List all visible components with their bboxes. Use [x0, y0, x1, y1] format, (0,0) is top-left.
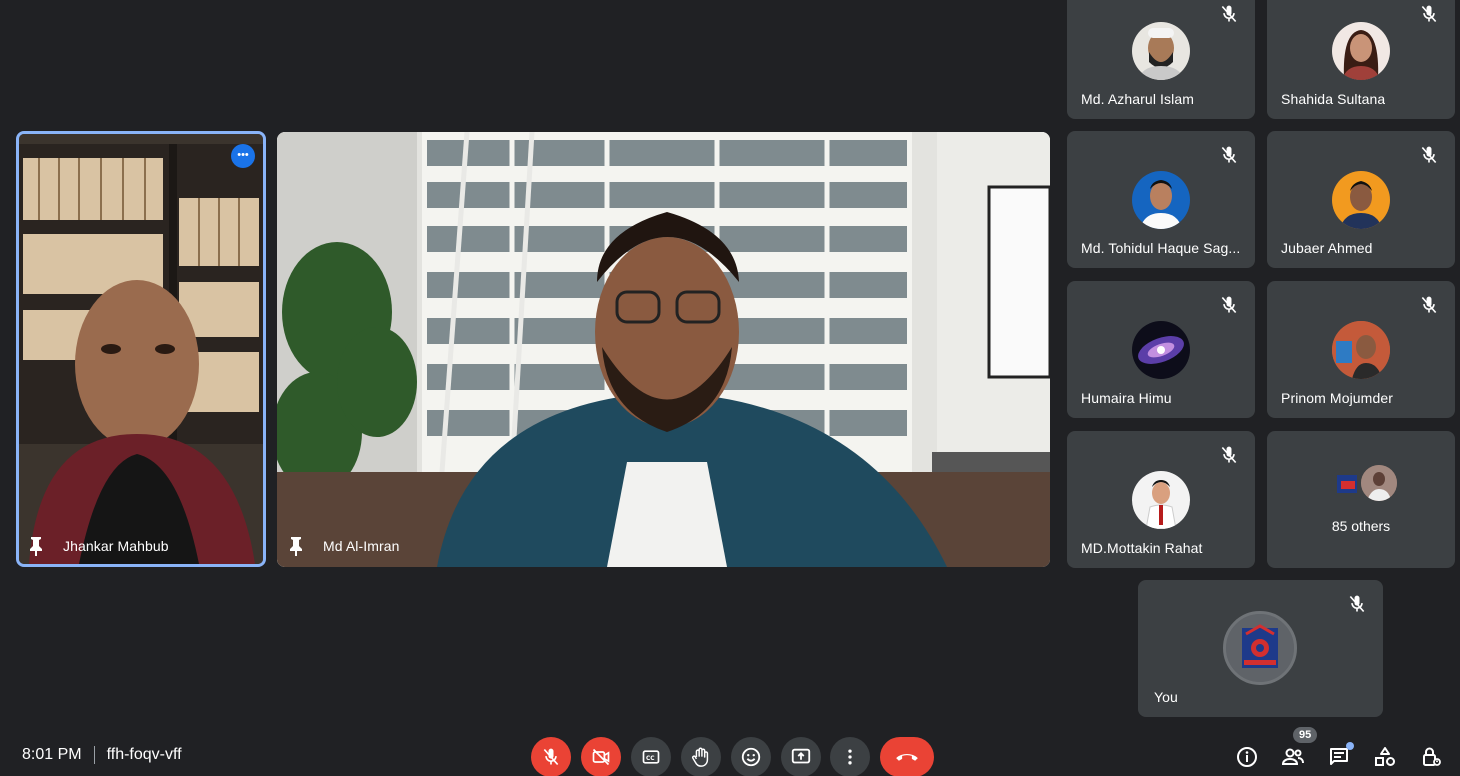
host-controls-button[interactable]: [1418, 744, 1444, 770]
chat-button[interactable]: [1326, 742, 1354, 770]
avatar: [1132, 171, 1190, 229]
participant-tile[interactable]: Humaira Himu: [1067, 281, 1255, 418]
avatar: [1332, 321, 1390, 379]
video-tile-jhankar[interactable]: ••• Jhankar Mahbub: [16, 131, 266, 567]
people-icon: [1281, 748, 1304, 765]
captions-button[interactable]: CC: [631, 737, 671, 776]
info-icon: [1237, 747, 1257, 767]
hang-up-icon: [896, 754, 918, 761]
avatar: [1359, 463, 1399, 503]
more-options-button[interactable]: •••: [231, 144, 255, 168]
people-button[interactable]: [1280, 744, 1306, 770]
avatar: [1332, 171, 1390, 229]
captions-icon: CC: [642, 750, 660, 764]
participant-tile[interactable]: Md. Tohidul Haque Sag...: [1067, 131, 1255, 268]
participant-tile[interactable]: Md. Azharul Islam: [1067, 0, 1255, 119]
others-count: 85 others: [1331, 518, 1391, 534]
pin-icon: [30, 537, 42, 556]
participant-name: MD.Mottakin Rahat: [1081, 540, 1203, 556]
self-tile[interactable]: You: [1138, 580, 1383, 717]
avatar: [1132, 321, 1190, 379]
present-button[interactable]: [781, 737, 821, 776]
video-tile-al-imran[interactable]: Md Al-Imran: [277, 132, 1050, 567]
chat-notification-dot: [1346, 742, 1354, 750]
participant-tile[interactable]: Jubaer Ahmed: [1267, 131, 1455, 268]
people-count-badge: 95: [1293, 727, 1318, 743]
avatar: [1132, 471, 1190, 529]
camera-off-icon: [592, 748, 610, 766]
avatar: [1332, 22, 1390, 80]
participant-name: Shahida Sultana: [1281, 91, 1386, 107]
participant-name: Jhankar Mahbub: [63, 538, 169, 554]
meeting-time: 8:01 PM: [22, 746, 82, 763]
hand-icon: [692, 747, 709, 767]
mic-off-icon: [1221, 146, 1237, 164]
meeting-info: 8:01 PM ffh-foqv-vff: [22, 746, 182, 764]
mic-off-icon: [543, 748, 559, 766]
participant-tile[interactable]: Prinom Mojumder: [1267, 281, 1455, 418]
participant-name: Md. Tohidul Haque Sag...: [1081, 240, 1241, 256]
mic-off-icon: [1221, 446, 1237, 464]
meeting-code[interactable]: ffh-foqv-vff: [107, 746, 182, 764]
meeting-details-button[interactable]: [1234, 744, 1260, 770]
mic-off-icon: [1221, 5, 1237, 23]
svg-text:CC: CC: [646, 756, 655, 762]
activities-button[interactable]: [1372, 744, 1398, 770]
participant-name: Jubaer Ahmed: [1281, 240, 1373, 256]
video-feed: [19, 134, 263, 564]
bottom-bar: 8:01 PM ffh-foqv-vff CC 95: [0, 724, 1460, 776]
mic-off-icon: [1421, 296, 1437, 314]
mic-off-icon: [1421, 5, 1437, 23]
participant-name: Md. Azharul Islam: [1081, 91, 1194, 107]
avatar: [1132, 22, 1190, 80]
divider: [93, 746, 95, 764]
participant-name: Md Al-Imran: [323, 538, 400, 554]
activities-icon: [1375, 747, 1395, 766]
more-options-button[interactable]: [830, 737, 870, 776]
raise-hand-button[interactable]: [681, 737, 721, 776]
participant-tile[interactable]: Shahida Sultana: [1267, 0, 1455, 119]
reactions-button[interactable]: [731, 737, 771, 776]
present-screen-icon: [791, 748, 811, 764]
mic-off-icon: [1349, 595, 1365, 613]
self-avatar: [1223, 611, 1297, 685]
camera-toggle-button[interactable]: [581, 737, 621, 776]
participant-tile[interactable]: MD.Mottakin Rahat: [1067, 431, 1255, 568]
video-feed: [277, 132, 1050, 567]
mic-off-icon: [1421, 146, 1437, 164]
participant-name: Prinom Mojumder: [1281, 390, 1393, 406]
others-tile[interactable]: 85 others: [1267, 431, 1455, 568]
emoji-icon: [741, 747, 761, 767]
participant-name: Humaira Himu: [1081, 390, 1172, 406]
more-dots-icon: •••: [237, 149, 249, 161]
others-avatars: [1331, 463, 1401, 503]
self-name: You: [1154, 689, 1178, 705]
leave-call-button[interactable]: [880, 737, 934, 776]
pin-icon: [290, 537, 302, 556]
mic-off-icon: [1221, 296, 1237, 314]
mic-toggle-button[interactable]: [531, 737, 571, 776]
lock-person-icon: [1423, 747, 1441, 766]
more-vert-icon: [848, 749, 852, 765]
